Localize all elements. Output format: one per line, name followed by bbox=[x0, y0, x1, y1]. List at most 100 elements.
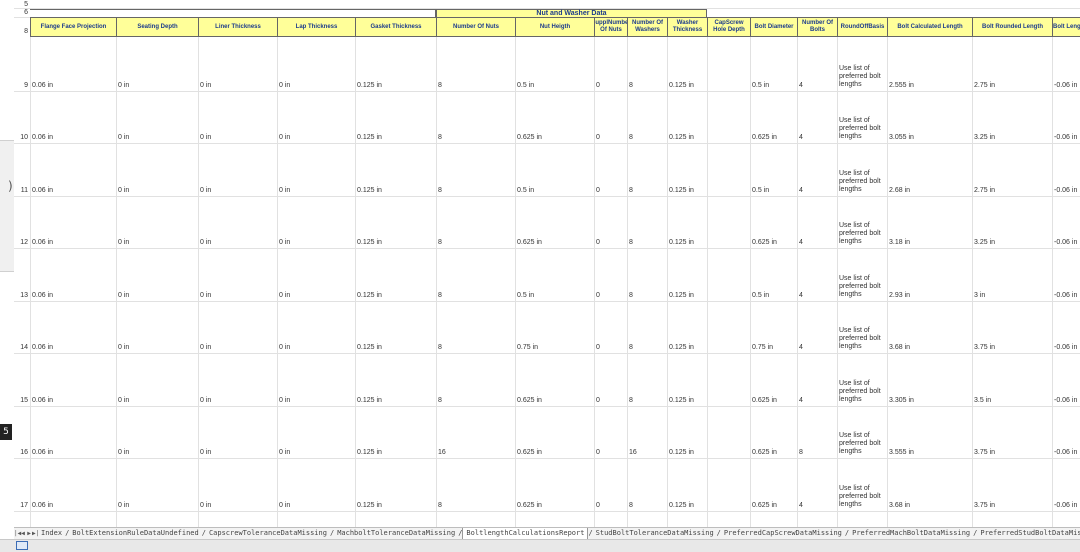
table-cell[interactable]: 0.5 in bbox=[517, 186, 534, 195]
roundoff-basis-cell[interactable]: Use list of preferred bolt lengths bbox=[839, 327, 885, 351]
table-cell[interactable]: 0 in bbox=[118, 396, 129, 405]
table-cell[interactable]: 2.93 in bbox=[889, 291, 910, 300]
table-cell[interactable]: -0.06 in bbox=[1054, 343, 1077, 352]
roundoff-basis-cell[interactable]: Use list of preferred bolt lengths bbox=[839, 485, 885, 509]
table-cell[interactable]: 8 bbox=[438, 238, 442, 247]
table-cell[interactable]: 0 bbox=[596, 81, 600, 90]
table-cell[interactable]: 4 bbox=[799, 133, 803, 142]
column-header[interactable]: RoundOffBasis bbox=[837, 17, 888, 37]
table-cell[interactable]: 0.625 in bbox=[517, 396, 542, 405]
table-cell[interactable]: 0.125 in bbox=[669, 448, 694, 457]
table-cell[interactable]: 0.06 in bbox=[32, 396, 53, 405]
table-cell[interactable]: 0 in bbox=[200, 133, 211, 142]
table-cell[interactable]: 0.06 in bbox=[32, 291, 53, 300]
table-cell[interactable]: 0.5 in bbox=[752, 81, 769, 90]
table-cell[interactable]: 0 in bbox=[279, 81, 290, 90]
table-cell[interactable]: 8 bbox=[629, 238, 633, 247]
table-cell[interactable]: 8 bbox=[629, 186, 633, 195]
column-header[interactable]: Bolt Length T bbox=[1052, 17, 1080, 37]
column-header[interactable]: Number Of Nuts bbox=[436, 17, 516, 37]
table-cell[interactable]: -0.06 in bbox=[1054, 133, 1077, 142]
table-cell[interactable]: 0.625 in bbox=[517, 501, 542, 510]
table-cell[interactable]: -0.06 in bbox=[1054, 396, 1077, 405]
column-header[interactable]: Lap Thickness bbox=[277, 17, 356, 37]
table-cell[interactable]: 8 bbox=[438, 81, 442, 90]
sheet-tab[interactable]: BoltExtensionRuleDataUndefined bbox=[69, 528, 201, 539]
column-header[interactable]: Number Of Washers bbox=[627, 17, 668, 37]
table-cell[interactable]: -0.06 in bbox=[1054, 291, 1077, 300]
table-cell[interactable]: 0 in bbox=[118, 238, 129, 247]
table-cell[interactable]: 0 in bbox=[200, 448, 211, 457]
roundoff-basis-cell[interactable]: Use list of preferred bolt lengths bbox=[839, 432, 885, 456]
table-cell[interactable]: 8 bbox=[438, 186, 442, 195]
table-cell[interactable]: 0 in bbox=[118, 81, 129, 90]
table-cell[interactable]: 0 bbox=[596, 133, 600, 142]
sheet-tab[interactable]: MachboltToleranceDataMissing bbox=[334, 528, 458, 539]
table-cell[interactable]: 0.125 in bbox=[357, 501, 382, 510]
table-cell[interactable]: 8 bbox=[629, 343, 633, 352]
table-cell[interactable]: 3.68 in bbox=[889, 501, 910, 510]
table-cell[interactable]: 0 in bbox=[118, 501, 129, 510]
table-cell[interactable]: 0.125 in bbox=[669, 343, 694, 352]
table-cell[interactable]: 0.125 in bbox=[357, 343, 382, 352]
table-cell[interactable]: 0.625 in bbox=[752, 396, 777, 405]
table-cell[interactable]: 0 bbox=[596, 343, 600, 352]
column-header[interactable]: Seating Depth bbox=[116, 17, 199, 37]
sheet-tab[interactable]: StudBoltToleranceDataMissing bbox=[593, 528, 717, 539]
table-cell[interactable]: 0.06 in bbox=[32, 501, 53, 510]
column-header[interactable]: Number Of Bolts bbox=[797, 17, 838, 37]
table-cell[interactable]: 0.75 in bbox=[517, 343, 538, 352]
table-cell[interactable]: 0.125 in bbox=[357, 396, 382, 405]
roundoff-basis-cell[interactable]: Use list of preferred bolt lengths bbox=[839, 380, 885, 404]
table-cell[interactable]: 0.125 in bbox=[669, 186, 694, 195]
table-cell[interactable]: 0.75 in bbox=[752, 343, 773, 352]
table-cell[interactable]: 0 bbox=[596, 448, 600, 457]
table-cell[interactable]: 0 in bbox=[279, 291, 290, 300]
table-cell[interactable]: 3.555 in bbox=[889, 448, 914, 457]
table-cell[interactable]: -0.06 in bbox=[1054, 238, 1077, 247]
table-cell[interactable]: 0.5 in bbox=[752, 186, 769, 195]
table-cell[interactable]: 4 bbox=[799, 501, 803, 510]
table-cell[interactable]: 2.75 in bbox=[974, 81, 995, 90]
table-cell[interactable]: 0.125 in bbox=[357, 448, 382, 457]
column-header[interactable]: Bolt Rounded Length bbox=[972, 17, 1053, 37]
sheet-tab[interactable]: BoltlengthCalculationsReport bbox=[462, 528, 589, 539]
sheet-tab[interactable]: PreferredMachBoltDataMissing bbox=[849, 528, 973, 539]
table-cell[interactable]: 0.125 in bbox=[357, 81, 382, 90]
sheet-tab[interactable]: CapscrewToleranceDataMissing bbox=[206, 528, 330, 539]
table-cell[interactable]: 3.68 in bbox=[889, 343, 910, 352]
table-cell[interactable]: 0 bbox=[596, 186, 600, 195]
table-cell[interactable]: -0.06 in bbox=[1054, 186, 1077, 195]
row-number[interactable]: 15 bbox=[14, 396, 30, 405]
table-cell[interactable]: 0.125 in bbox=[669, 133, 694, 142]
table-cell[interactable]: 16 bbox=[438, 448, 446, 457]
table-cell[interactable]: 0 in bbox=[118, 133, 129, 142]
table-cell[interactable]: 4 bbox=[799, 238, 803, 247]
table-cell[interactable]: 0.125 in bbox=[669, 291, 694, 300]
table-cell[interactable]: 8 bbox=[629, 501, 633, 510]
table-cell[interactable]: 0.125 in bbox=[357, 186, 382, 195]
table-cell[interactable]: 8 bbox=[629, 396, 633, 405]
table-cell[interactable]: 2.68 in bbox=[889, 186, 910, 195]
table-cell[interactable]: 2.75 in bbox=[974, 186, 995, 195]
table-cell[interactable]: 0 in bbox=[200, 238, 211, 247]
table-cell[interactable]: 0 in bbox=[279, 238, 290, 247]
table-cell[interactable]: 0 in bbox=[279, 501, 290, 510]
table-cell[interactable]: -0.06 in bbox=[1054, 81, 1077, 90]
table-cell[interactable]: 0 in bbox=[118, 186, 129, 195]
column-header[interactable]: Washer Thickness bbox=[667, 17, 708, 37]
table-cell[interactable]: 16 bbox=[629, 448, 637, 457]
sheet-tab[interactable]: PreferredStudBoltDataMissing bbox=[977, 528, 1080, 539]
table-cell[interactable]: 0.06 in bbox=[32, 343, 53, 352]
table-cell[interactable]: 0.125 in bbox=[669, 501, 694, 510]
table-cell[interactable]: 0 bbox=[596, 291, 600, 300]
table-cell[interactable]: 0.06 in bbox=[32, 238, 53, 247]
table-cell[interactable]: 0 in bbox=[200, 501, 211, 510]
column-header[interactable]: CapScrew Hole Depth bbox=[707, 17, 751, 37]
table-cell[interactable]: 8 bbox=[629, 81, 633, 90]
table-cell[interactable]: 8 bbox=[629, 133, 633, 142]
roundoff-basis-cell[interactable]: Use list of preferred bolt lengths bbox=[839, 275, 885, 299]
table-cell[interactable]: 0.06 in bbox=[32, 81, 53, 90]
table-cell[interactable]: 0 in bbox=[279, 396, 290, 405]
table-cell[interactable]: 4 bbox=[799, 186, 803, 195]
